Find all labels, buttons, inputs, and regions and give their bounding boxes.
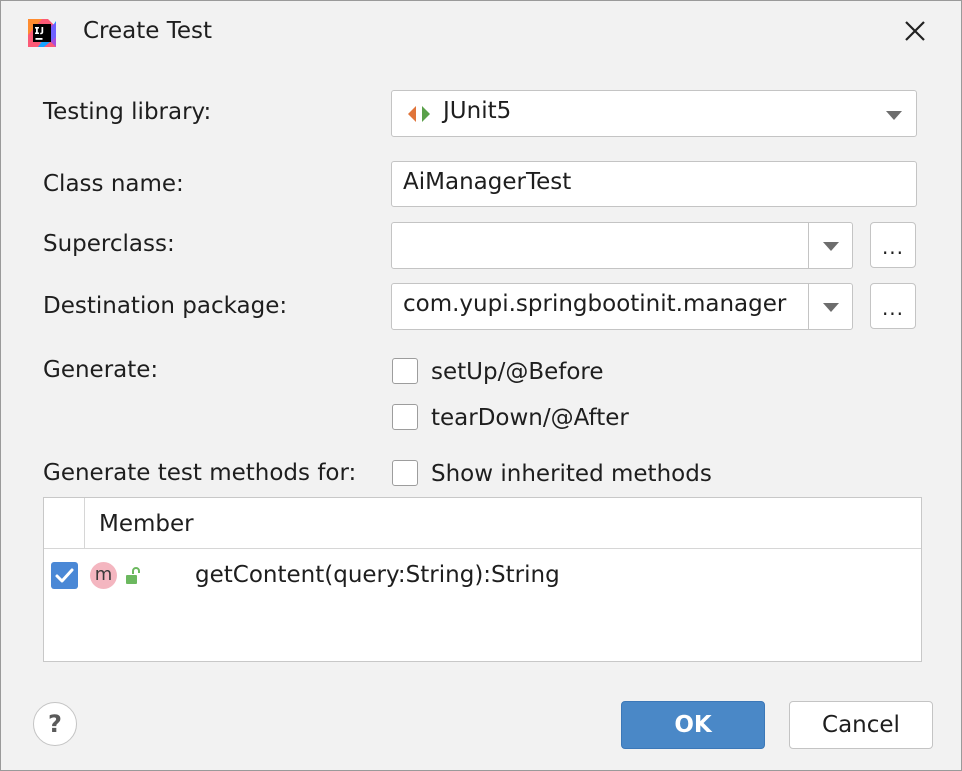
generate-label: Generate: [43, 357, 159, 383]
title-bar: Create Test [1, 1, 961, 63]
chevron-down-icon [823, 303, 839, 312]
show-inherited-label: Show inherited methods [431, 461, 712, 487]
unlock-icon [126, 567, 140, 584]
ok-button[interactable]: OK [621, 701, 765, 749]
member-checkbox[interactable] [51, 562, 78, 589]
table-header: Member [44, 498, 921, 549]
close-icon[interactable] [899, 15, 931, 47]
junit-icon [408, 106, 430, 122]
testing-library-value: JUnit5 [443, 98, 512, 124]
chevron-down-icon [823, 242, 839, 251]
destination-package-browse-button[interactable]: ... [870, 283, 916, 329]
create-test-dialog: Create Test Testing library: JUnit5 Clas… [0, 0, 962, 771]
help-icon: ? [48, 710, 62, 738]
header-divider [84, 498, 85, 548]
table-row[interactable]: m getContent(query:String):String [44, 550, 921, 598]
destination-package-dropdown-button[interactable] [808, 284, 852, 329]
testing-library-select[interactable]: JUnit5 [391, 90, 917, 137]
destination-package-combo[interactable]: com.yupi.springbootinit.manager [391, 283, 853, 330]
testing-library-label: Testing library: [43, 99, 212, 125]
members-table[interactable]: Member m getContent(query:String):String [43, 497, 922, 662]
teardown-after-checkbox[interactable] [392, 404, 418, 430]
chevron-down-icon [886, 111, 902, 120]
superclass-label: Superclass: [43, 231, 175, 257]
destination-package-value: com.yupi.springbootinit.manager [403, 291, 787, 317]
class-name-input[interactable]: AiManagerTest [391, 161, 917, 207]
help-button[interactable]: ? [33, 702, 77, 746]
class-name-label: Class name: [43, 171, 184, 197]
dialog-title: Create Test [83, 18, 213, 44]
member-column-header[interactable]: Member [99, 511, 194, 537]
setup-before-checkbox[interactable] [392, 358, 418, 384]
show-inherited-checkbox[interactable] [392, 460, 418, 486]
member-signature: getContent(query:String):String [195, 562, 560, 588]
superclass-browse-button[interactable]: ... [870, 222, 916, 268]
intellij-idea-icon [28, 19, 56, 47]
superclass-combo[interactable] [391, 222, 853, 269]
browse-label: ... [881, 296, 905, 320]
checkmark-icon [55, 568, 74, 583]
teardown-after-label: tearDown/@After [431, 405, 629, 431]
browse-label: ... [881, 235, 905, 259]
generate-methods-label: Generate test methods for: [43, 460, 357, 486]
superclass-dropdown-button[interactable] [808, 223, 852, 268]
destination-package-label: Destination package: [43, 293, 288, 319]
setup-before-label: setUp/@Before [431, 359, 604, 385]
class-name-value: AiManagerTest [403, 169, 572, 195]
cancel-button[interactable]: Cancel [789, 701, 933, 749]
method-icon: m [90, 562, 117, 589]
